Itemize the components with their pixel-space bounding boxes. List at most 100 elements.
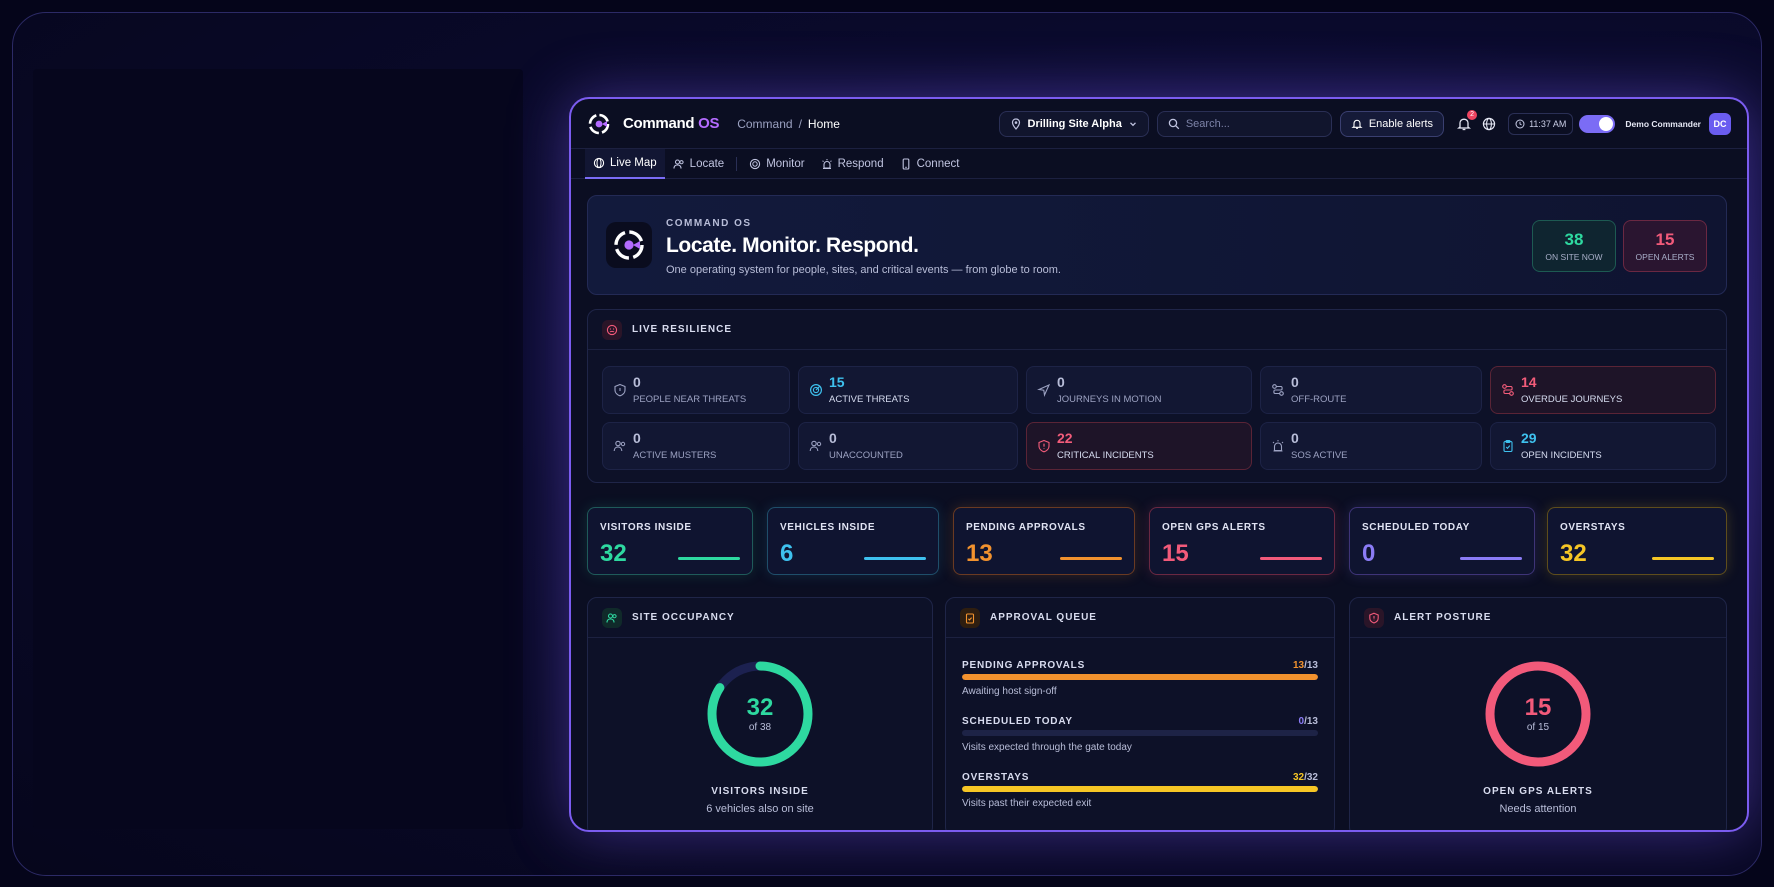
queue-row-bar bbox=[962, 674, 1318, 680]
command-os-logo-icon bbox=[606, 222, 652, 268]
map-pin-icon bbox=[1010, 117, 1022, 130]
clock-icon bbox=[1515, 119, 1525, 129]
queue-row-count: 32 bbox=[1292, 772, 1305, 783]
tab-live-map[interactable]: Live Map bbox=[585, 148, 665, 179]
clipboard-icon bbox=[1501, 439, 1515, 453]
tile-overdue-journeys[interactable]: 14 OVERDUE JOURNEYS bbox=[1490, 366, 1716, 414]
tile-value: 0 bbox=[1291, 430, 1299, 446]
queue-row-overstays[interactable]: OVERSTAYS 32/32 Visits past their expect… bbox=[962, 772, 1318, 812]
alert-caption: OPEN GPS ALERTS bbox=[1483, 786, 1593, 797]
hero-subtitle: One operating system for people, sites, … bbox=[666, 264, 1061, 276]
stat-label: OPEN ALERTS bbox=[1635, 252, 1695, 262]
tile-value: 14 bbox=[1521, 374, 1537, 390]
toggle-knob bbox=[1599, 116, 1614, 131]
tab-connect[interactable]: Connect bbox=[892, 149, 968, 179]
section-header: APPROVAL QUEUE bbox=[946, 598, 1334, 638]
kpi-sparkline bbox=[1460, 557, 1522, 560]
globe-icon[interactable] bbox=[1482, 117, 1496, 131]
theme-toggle[interactable] bbox=[1579, 114, 1616, 133]
kpi-pending-approvals[interactable]: PENDING APPROVALS 13 bbox=[953, 507, 1135, 575]
tile-critical-incidents[interactable]: 22 CRITICAL INCIDENTS bbox=[1026, 422, 1252, 470]
breadcrumb-separator: / bbox=[798, 116, 802, 131]
occupancy-ring-center: 32 of 38 bbox=[588, 694, 932, 733]
kpi-label: PENDING APPROVALS bbox=[966, 522, 1086, 533]
tile-label: SOS ACTIVE bbox=[1291, 450, 1348, 461]
open-alerts-stat[interactable]: 15 OPEN ALERTS bbox=[1623, 220, 1707, 272]
kpi-sparkline bbox=[1060, 557, 1122, 560]
kpi-value: 15 bbox=[1162, 540, 1189, 567]
notification-badge: 2 bbox=[1467, 109, 1478, 120]
queue-row-value: 32/32 bbox=[1293, 772, 1318, 783]
queue-row-total: /13 bbox=[1304, 716, 1318, 727]
queue-row-pending-approvals[interactable]: PENDING APPROVALS 13/13 Awaiting host si… bbox=[962, 660, 1318, 700]
alert-note: Needs attention bbox=[1499, 803, 1577, 815]
stat-value: 38 bbox=[1564, 230, 1584, 249]
people-icon bbox=[809, 439, 823, 453]
avatar[interactable]: DC bbox=[1709, 112, 1731, 135]
tile-value: 0 bbox=[1057, 374, 1065, 390]
kpi-value: 32 bbox=[600, 540, 627, 567]
people-icon bbox=[613, 439, 627, 453]
kpi-value: 6 bbox=[780, 540, 794, 567]
enable-alerts-button[interactable]: Enable alerts bbox=[1339, 110, 1445, 137]
section-title: SITE OCCUPANCY bbox=[632, 612, 735, 623]
clipboard-icon bbox=[960, 607, 980, 628]
kpi-overstays[interactable]: OVERSTAYS 32 bbox=[1547, 507, 1727, 575]
alert-of: of 15 bbox=[1526, 722, 1550, 733]
chevron-down-icon bbox=[1128, 119, 1138, 129]
kpi-visitors-inside[interactable]: VISITORS INSIDE 32 bbox=[587, 507, 753, 575]
siren-icon bbox=[821, 158, 833, 170]
search-icon bbox=[1168, 118, 1180, 130]
tab-monitor[interactable]: Monitor bbox=[741, 149, 812, 179]
brand-name[interactable]: Command OS bbox=[623, 115, 720, 132]
queue-row-total: /13 bbox=[1304, 660, 1318, 671]
tile-journeys-in-motion[interactable]: 0 JOURNEYS IN MOTION bbox=[1026, 366, 1252, 414]
kpi-sparkline bbox=[678, 557, 740, 560]
user-name[interactable]: Demo Commander bbox=[1625, 119, 1701, 129]
globe-icon bbox=[593, 157, 605, 169]
notifications-button[interactable]: 2 bbox=[1456, 109, 1478, 132]
main-nav: Live Map Locate Monitor Respond Connect bbox=[571, 148, 1747, 179]
tile-active-musters[interactable]: 0 ACTIVE MUSTERS bbox=[602, 422, 790, 470]
clock-time: 11:37 AM bbox=[1529, 118, 1567, 129]
tab-locate[interactable]: Locate bbox=[665, 149, 733, 179]
occupancy-note: 6 vehicles also on site bbox=[706, 803, 814, 815]
alert-value: 15 bbox=[1524, 694, 1552, 721]
hero-banner: COMMAND OS Locate. Monitor. Respond. One… bbox=[587, 195, 1727, 295]
tile-sos-active[interactable]: 0 SOS ACTIVE bbox=[1260, 422, 1482, 470]
radar-icon bbox=[749, 158, 761, 170]
queue-row-total: /32 bbox=[1304, 772, 1318, 783]
alert-ring-center: 15 of 15 bbox=[1350, 694, 1726, 733]
tile-open-incidents[interactable]: 29 OPEN INCIDENTS bbox=[1490, 422, 1716, 470]
siren-icon bbox=[1271, 439, 1285, 453]
queue-row-note: Awaiting host sign-off bbox=[962, 686, 1057, 697]
kpi-scheduled-today[interactable]: SCHEDULED TODAY 0 bbox=[1349, 507, 1535, 575]
search-box[interactable] bbox=[1156, 110, 1332, 137]
breadcrumb-command[interactable]: Command bbox=[737, 117, 792, 131]
queue-row-bar-fill bbox=[962, 786, 1318, 792]
kpi-value: 13 bbox=[966, 540, 993, 567]
tile-active-threats[interactable]: 15 ACTIVE THREATS bbox=[798, 366, 1018, 414]
tab-respond[interactable]: Respond bbox=[813, 149, 892, 179]
site-selector[interactable]: Drilling Site Alpha bbox=[998, 110, 1149, 137]
stat-value: 15 bbox=[1655, 230, 1675, 249]
kpi-open-gps-alerts[interactable]: OPEN GPS ALERTS 15 bbox=[1149, 507, 1335, 575]
top-bar: Command OS Command / Home Drilling Site … bbox=[571, 99, 1747, 149]
tile-unaccounted[interactable]: 0 UNACCOUNTED bbox=[798, 422, 1018, 470]
search-input[interactable] bbox=[1185, 117, 1316, 130]
on-site-now-stat[interactable]: 38 ON SITE NOW bbox=[1532, 220, 1616, 272]
hero-eyebrow: COMMAND OS bbox=[666, 218, 752, 229]
site-occupancy-panel: SITE OCCUPANCY 32 of 38 VISITORS INSIDE … bbox=[587, 597, 933, 830]
site-selector-value: Drilling Site Alpha bbox=[1027, 117, 1122, 130]
command-os-logo-icon[interactable] bbox=[587, 112, 611, 136]
kpi-sparkline bbox=[1260, 557, 1322, 560]
people-icon bbox=[602, 607, 622, 628]
navigation-icon bbox=[1037, 383, 1051, 397]
tile-off-route[interactable]: 0 OFF-ROUTE bbox=[1260, 366, 1482, 414]
tile-people-near-threats[interactable]: 0 PEOPLE NEAR THREATS bbox=[602, 366, 790, 414]
alert-posture-panel: ALERT POSTURE 15 of 15 OPEN GPS ALERTS N… bbox=[1349, 597, 1727, 830]
queue-row-scheduled-today[interactable]: SCHEDULED TODAY 0/13 Visits expected thr… bbox=[962, 716, 1318, 756]
breadcrumb-home: Home bbox=[807, 116, 840, 131]
tab-label: Connect bbox=[916, 157, 960, 170]
kpi-vehicles-inside[interactable]: VEHICLES INSIDE 6 bbox=[767, 507, 939, 575]
